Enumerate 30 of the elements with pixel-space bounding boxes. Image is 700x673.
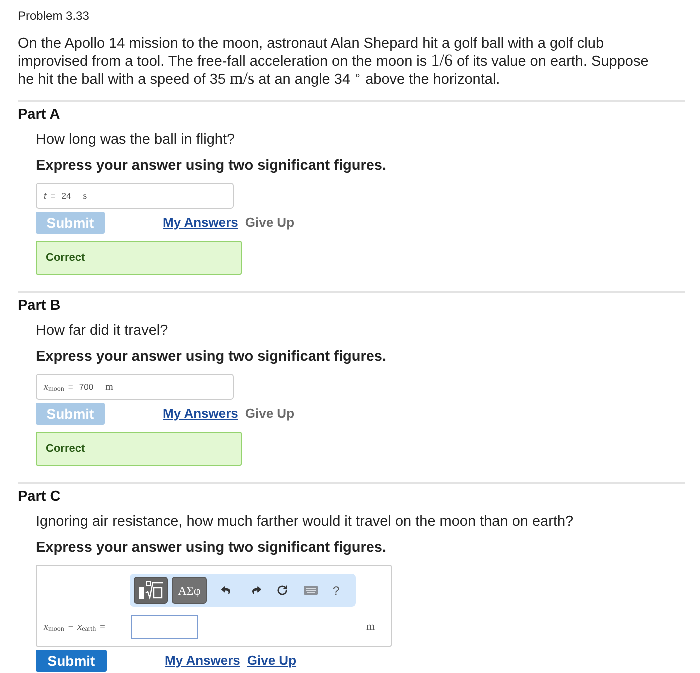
feedback-box: Correct: [36, 241, 242, 275]
question-text: How long was the ball in flight?: [36, 131, 236, 149]
instruction-text: Express your answer using two significant figures.: [36, 348, 388, 366]
feedback-box: Correct: [36, 432, 242, 466]
text-link[interactable]: My Answers: [165, 651, 240, 671]
text-link[interactable]: Give Up: [247, 651, 297, 671]
greek-symbols-button[interactable]: ΑΣφ: [172, 577, 207, 604]
templates-button[interactable]: [134, 577, 168, 604]
undo-icon[interactable]: [221, 586, 231, 595]
submit-button[interactable]: Submit: [36, 650, 107, 672]
instruction-text: Express your answer using two significant figures.: [36, 539, 388, 557]
instruction-text: Express your answer using two significant figures.: [36, 157, 388, 175]
equation-label: x$_{moon}$ − x$_{earth}$ =: [44, 620, 106, 634]
answer-field[interactable]: x$_{moon}$ = 700 m: [36, 374, 234, 400]
unit-label: m: [366, 620, 375, 635]
problem-statement: On the Apollo 14 mission to the moon, astronaut Alan Shepard hit a golf ball with a golf club improvised from a tool. The free-fall acceleration on the moon is 1/6 of its value on earth. Suppose he hit the ball with a speed of 35 m/s at an angle 34 $^{∘}$ above the horizontal.: [18, 35, 650, 89]
question-text: Ignoring air resistance, how much farther would it travel on the moon than on earth?: [36, 513, 575, 531]
question-text: How far did it travel?: [36, 322, 170, 340]
part-title: Part B: [18, 297, 62, 315]
text-link[interactable]: My Answers: [163, 213, 238, 233]
answer-field[interactable]: t = 24 s: [36, 183, 234, 209]
math-template-icon: [138, 581, 164, 600]
help-button[interactable]: ?: [333, 584, 340, 596]
refresh-icon[interactable]: [277, 585, 288, 596]
answer-input[interactable]: [131, 615, 198, 639]
part-title: Part A: [18, 106, 62, 124]
text-link[interactable]: My Answers: [163, 404, 238, 424]
problem-title: Problem 3.33: [18, 8, 90, 24]
redo-icon[interactable]: [252, 586, 262, 595]
part-title: Part C: [18, 488, 62, 506]
